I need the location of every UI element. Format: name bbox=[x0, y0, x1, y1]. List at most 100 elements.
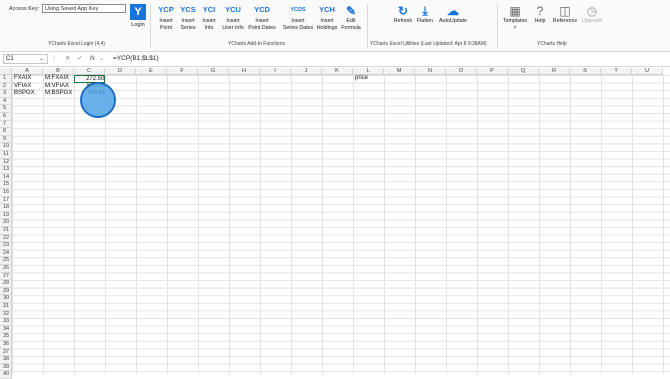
insert-series-button[interactable]: YCS Insert Series bbox=[177, 5, 199, 31]
column-header-l[interactable]: L bbox=[353, 68, 384, 75]
column-header-u[interactable]: U bbox=[632, 68, 663, 75]
chevron-down-icon[interactable]: ⌄ bbox=[99, 54, 104, 64]
row-header-38[interactable]: 38 bbox=[0, 356, 12, 364]
column-header-j[interactable]: J bbox=[291, 68, 322, 75]
chevron-down-icon[interactable]: ⌄ bbox=[39, 55, 44, 64]
cell-b2[interactable]: M:VFIAX bbox=[45, 83, 69, 91]
flatten-button[interactable]: ⤓ Flatten bbox=[414, 5, 436, 25]
edit-formula-button[interactable]: ✎ Edit Formula bbox=[339, 5, 363, 31]
row-header-39[interactable]: 39 bbox=[0, 363, 12, 372]
row-header-18[interactable]: 18 bbox=[0, 204, 12, 212]
refresh-button[interactable]: ↻ Refresh bbox=[391, 5, 415, 25]
row-header-15[interactable]: 15 bbox=[0, 181, 12, 189]
autoupdate-button[interactable]: ☁ AutoUpdate bbox=[436, 5, 470, 25]
cell-b3[interactable]: M:BSPGX bbox=[45, 90, 72, 98]
row-header-2[interactable]: 2 bbox=[0, 82, 12, 91]
row-header-28[interactable]: 28 bbox=[0, 280, 12, 288]
column-header-a[interactable]: A bbox=[12, 68, 43, 75]
column-header-d[interactable]: D bbox=[105, 68, 136, 75]
row-header-30[interactable]: 30 bbox=[0, 295, 12, 303]
row-header-7[interactable]: 7 bbox=[0, 120, 12, 129]
row-header-16[interactable]: 16 bbox=[0, 189, 12, 197]
column-header-r[interactable]: R bbox=[539, 68, 570, 75]
column-header-t[interactable]: T bbox=[601, 68, 632, 75]
upgrade-button[interactable]: ◷ Upgrade bbox=[579, 5, 605, 25]
row-header-3[interactable]: 3 bbox=[0, 90, 12, 98]
cell-b1[interactable]: M:FXAIX bbox=[45, 75, 69, 83]
row-header-4[interactable]: 4 bbox=[0, 97, 12, 106]
row-header-23[interactable]: 23 bbox=[0, 242, 12, 250]
insert-function-icon[interactable]: fx bbox=[90, 54, 95, 64]
row-header-11[interactable]: 11 bbox=[0, 151, 12, 159]
row-header-21[interactable]: 21 bbox=[0, 227, 12, 235]
row-header-14[interactable]: 14 bbox=[0, 173, 12, 182]
cancel-icon[interactable]: ✕ bbox=[65, 54, 70, 64]
row-header-35[interactable]: 35 bbox=[0, 333, 12, 341]
login-button[interactable]: Y Login bbox=[129, 4, 147, 28]
cell-area[interactable] bbox=[12, 75, 670, 374]
templates-label: Templates bbox=[502, 18, 528, 24]
row-header-5[interactable]: 5 bbox=[0, 105, 12, 113]
column-header-h[interactable]: H bbox=[229, 68, 260, 75]
insert-user-info-button[interactable]: YCU Insert User Info bbox=[219, 5, 247, 31]
formula-input[interactable]: =YCP(B1,$L$1) bbox=[113, 54, 159, 64]
row-header-29[interactable]: 29 bbox=[0, 287, 12, 296]
row-header-27[interactable]: 27 bbox=[0, 272, 12, 281]
select-all-corner[interactable] bbox=[0, 68, 12, 75]
row-header-40[interactable]: 40 bbox=[0, 371, 12, 379]
insert-info-button[interactable]: YCI Insert Info bbox=[198, 5, 220, 31]
insert-info-line2: Info bbox=[204, 24, 214, 31]
cell-a2[interactable]: VFIAX bbox=[14, 83, 31, 91]
row-header-32[interactable]: 32 bbox=[0, 310, 12, 319]
column-header-k[interactable]: K bbox=[322, 68, 353, 75]
column-header-n[interactable]: N bbox=[415, 68, 446, 75]
row-header-13[interactable]: 13 bbox=[0, 166, 12, 174]
access-key-input[interactable]: Using Saved App Key bbox=[42, 4, 126, 13]
row-header-10[interactable]: 10 bbox=[0, 143, 12, 151]
insert-holdings-button[interactable]: YCH Insert Holdings bbox=[314, 5, 340, 31]
name-box[interactable]: C1 ⌄ bbox=[3, 54, 48, 64]
templates-button[interactable]: ▦ Templates ˅ bbox=[500, 5, 530, 31]
row-header-17[interactable]: 17 bbox=[0, 196, 12, 205]
row-header-6[interactable]: 6 bbox=[0, 113, 12, 121]
row-header-19[interactable]: 19 bbox=[0, 211, 12, 220]
insert-point-dates-button[interactable]: YCD Insert Point Dates bbox=[246, 5, 278, 31]
insert-series-dates-button[interactable]: YCDS Insert Series Dates bbox=[280, 5, 316, 31]
edit-formula-line2: Formula bbox=[341, 24, 361, 31]
row-header-37[interactable]: 37 bbox=[0, 348, 12, 357]
row-header-9[interactable]: 9 bbox=[0, 135, 12, 144]
column-header-q[interactable]: Q bbox=[508, 68, 539, 75]
reference-button[interactable]: ◫ Reference bbox=[551, 5, 579, 25]
column-header-e[interactable]: E bbox=[136, 68, 167, 75]
row-header-33[interactable]: 33 bbox=[0, 318, 12, 326]
row-header-31[interactable]: 31 bbox=[0, 303, 12, 311]
column-header-o[interactable]: O bbox=[446, 68, 477, 75]
cell-a3[interactable]: BSPGX bbox=[14, 90, 35, 98]
row-header-36[interactable]: 36 bbox=[0, 341, 12, 349]
row-header-25[interactable]: 25 bbox=[0, 257, 12, 265]
row-header-8[interactable]: 8 bbox=[0, 128, 12, 136]
row-header-22[interactable]: 22 bbox=[0, 234, 12, 243]
row-header-1[interactable]: 1 bbox=[0, 75, 12, 83]
row-header-24[interactable]: 24 bbox=[0, 249, 12, 258]
column-header-b[interactable]: B bbox=[43, 68, 74, 75]
row-header-20[interactable]: 20 bbox=[0, 219, 12, 227]
cell-a1[interactable]: FXAIX bbox=[14, 75, 31, 83]
row-header-34[interactable]: 34 bbox=[0, 325, 12, 334]
help-button[interactable]: ? Help bbox=[530, 5, 550, 25]
enter-icon[interactable]: ✓ bbox=[77, 54, 82, 64]
column-header-f[interactable]: F bbox=[167, 68, 198, 75]
column-header-g[interactable]: G bbox=[198, 68, 229, 75]
row-header-26[interactable]: 26 bbox=[0, 265, 12, 273]
ribbon-separator bbox=[497, 4, 498, 48]
row-header-12[interactable]: 12 bbox=[0, 158, 12, 167]
ycp-icon: YCP bbox=[158, 5, 174, 14]
autoupdate-label: AutoUpdate bbox=[439, 18, 467, 24]
column-header-c[interactable]: C bbox=[74, 68, 105, 75]
column-header-s[interactable]: S bbox=[570, 68, 601, 75]
cell-l1[interactable]: price bbox=[355, 75, 368, 83]
column-header-m[interactable]: M bbox=[384, 68, 415, 75]
column-header-i[interactable]: I bbox=[260, 68, 291, 75]
column-header-p[interactable]: P bbox=[477, 68, 508, 75]
insert-point-button[interactable]: YCP Insert Point bbox=[155, 5, 177, 31]
